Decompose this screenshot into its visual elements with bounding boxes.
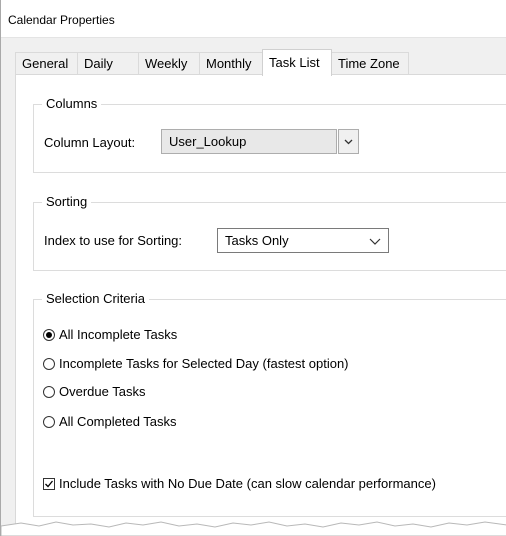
- sorting-group-label: Sorting: [42, 194, 92, 209]
- radio-label: Incomplete Tasks for Selected Day (faste…: [59, 356, 349, 371]
- radio-label: All Completed Tasks: [59, 414, 177, 429]
- column-layout-label: Column Layout:: [44, 135, 136, 150]
- columns-group-label: Columns: [42, 96, 102, 111]
- radio-button[interactable]: [43, 386, 55, 398]
- radio-label: Overdue Tasks: [59, 384, 146, 399]
- tab-daily[interactable]: Daily: [77, 52, 139, 75]
- include-no-due-date-checkbox[interactable]: [43, 478, 55, 490]
- sort-index-value: Tasks Only: [225, 233, 289, 248]
- chevron-down-icon: [369, 238, 381, 245]
- columns-group: Columns Column Layout: User_Lookup: [33, 96, 506, 173]
- column-layout-select[interactable]: User_Lookup: [161, 129, 337, 154]
- tab-monthly[interactable]: Monthly: [199, 52, 264, 75]
- column-layout-value: User_Lookup: [169, 134, 247, 149]
- include-no-due-date-label: Include Tasks with No Due Date (can slow…: [59, 476, 436, 491]
- radio-label: All Incomplete Tasks: [59, 327, 178, 342]
- sort-index-label: Index to use for Sorting:: [44, 233, 183, 248]
- tab-time-zone[interactable]: Time Zone: [331, 52, 409, 75]
- tab-general[interactable]: General: [15, 52, 78, 75]
- task-list-panel: Columns Column Layout: User_Lookup Sorti…: [15, 74, 506, 536]
- column-layout-dropdown-button[interactable]: [338, 129, 359, 154]
- selection-criteria-label: Selection Criteria: [42, 291, 149, 306]
- sorting-group: Sorting Index to use for Sorting: Tasks …: [33, 194, 506, 271]
- window-title: Calendar Properties: [8, 13, 115, 27]
- tab-weekly[interactable]: Weekly: [138, 52, 200, 75]
- calendar-properties-dialog: Calendar Properties General Daily Weekly…: [0, 0, 506, 536]
- chevron-down-icon: [344, 139, 353, 145]
- radio-button[interactable]: [43, 416, 55, 428]
- torn-edge-decoration: [1, 521, 506, 536]
- sort-index-select[interactable]: Tasks Only: [217, 228, 389, 253]
- title-bar: Calendar Properties: [1, 0, 506, 38]
- tab-task-list[interactable]: Task List: [262, 49, 332, 76]
- radio-button[interactable]: [43, 358, 55, 370]
- checkmark-icon: [45, 480, 54, 488]
- radio-button-checked[interactable]: [43, 329, 55, 341]
